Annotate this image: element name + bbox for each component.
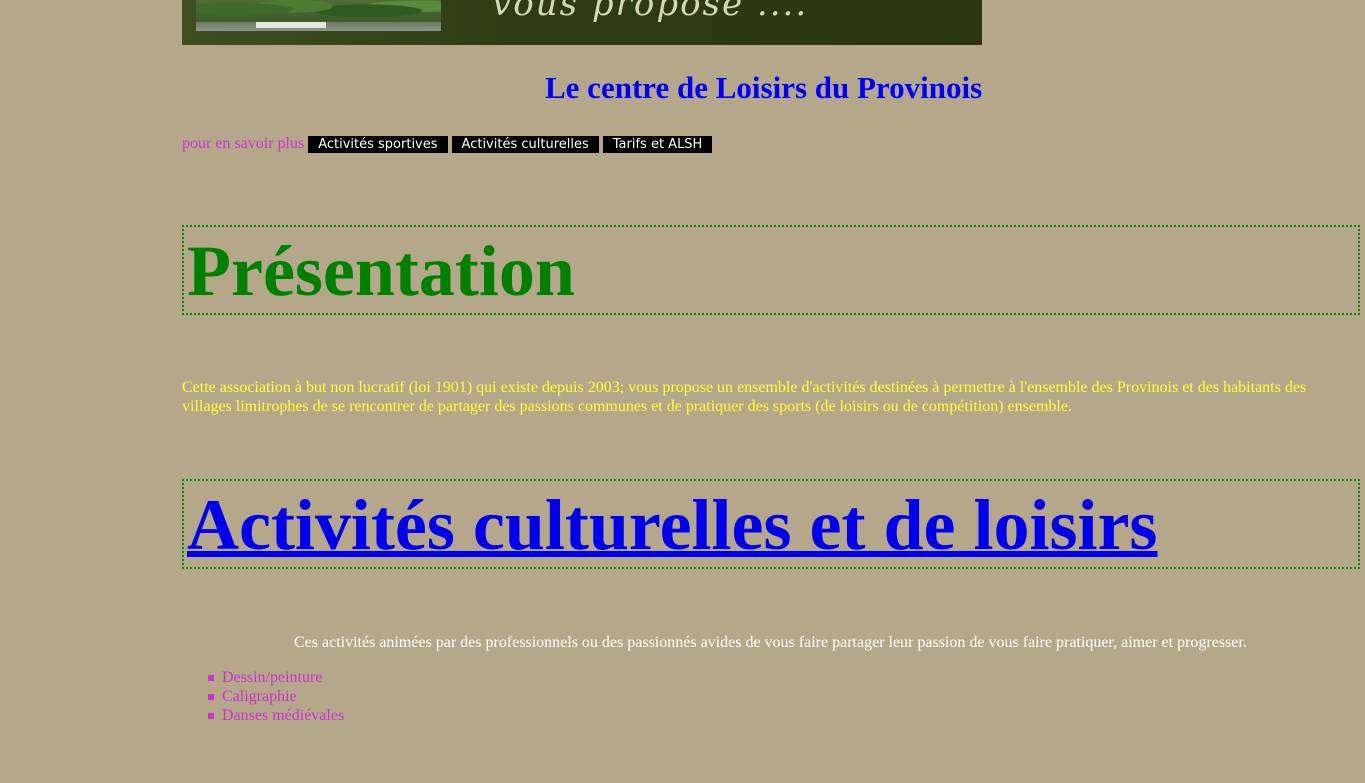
- nav-button-activites-culturelles[interactable]: Activités culturelles: [451, 135, 599, 153]
- square-bullet-icon: [208, 713, 214, 719]
- page: vous propose .... Le centre de Loisirs d…: [0, 0, 1365, 783]
- nav-bar: pour en savoir plus Activités sportives …: [182, 134, 716, 154]
- banner-photo: [196, 0, 441, 31]
- list-item-label: Dessin/peinture: [222, 669, 323, 686]
- presentation-heading-box: Présentation: [182, 225, 1360, 315]
- nav-button-activites-sportives[interactable]: Activités sportives: [308, 135, 448, 153]
- activities-text: Ces activités animées par des profession…: [294, 634, 1247, 651]
- nav-button-tarifs-alsh[interactable]: Tarifs et ALSH: [602, 135, 713, 153]
- square-bullet-icon: [208, 675, 214, 681]
- list-item: Dessin/peinture: [208, 668, 344, 687]
- nav-intro-text: pour en savoir plus: [182, 135, 305, 152]
- banner-photo-building: [256, 22, 326, 28]
- list-item-label: Caligraphie: [222, 688, 297, 705]
- activities-heading: Activités culturelles et de loisirs: [187, 484, 1157, 566]
- activities-heading-link[interactable]: Activités culturelles et de loisirs: [187, 485, 1157, 565]
- presentation-text: Cette association à but non lucratif (lo…: [182, 379, 1307, 415]
- list-item: Caligraphie: [208, 687, 344, 706]
- activities-heading-box: Activités culturelles et de loisirs: [182, 479, 1360, 569]
- header-banner: vous propose ....: [182, 0, 982, 45]
- activities-list: Dessin/peinture Caligraphie Danses médié…: [182, 668, 344, 725]
- presentation-heading: Présentation: [187, 231, 575, 311]
- square-bullet-icon: [208, 694, 214, 700]
- site-title: Le centre de Loisirs du Provinois: [545, 70, 983, 105]
- list-item-label: Danses médiévales: [222, 707, 345, 724]
- banner-text: vous propose ....: [492, 0, 809, 24]
- list-item: Danses médiévales: [208, 706, 345, 725]
